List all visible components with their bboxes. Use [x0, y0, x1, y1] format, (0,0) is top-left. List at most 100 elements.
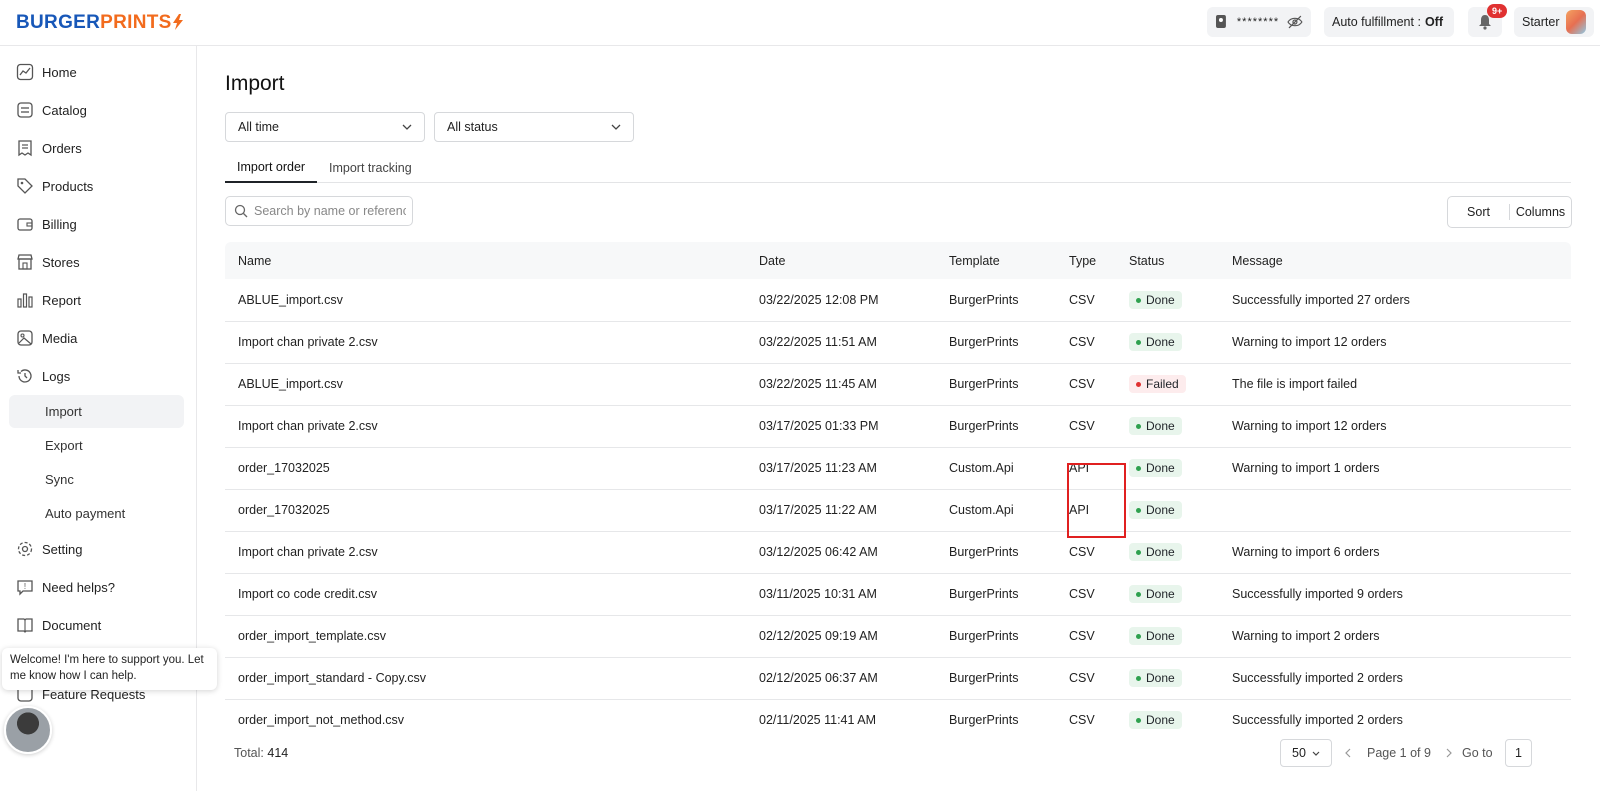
table-row[interactable]: Import chan private 2.csv 03/12/2025 06:4… [225, 531, 1571, 574]
api-key-pill[interactable]: ******** [1207, 7, 1311, 37]
chevron-down-icon [1312, 751, 1320, 756]
tabs: Import order Import tracking [225, 153, 1571, 183]
cell-name: ABLUE_import.csv [238, 377, 343, 391]
status-filter-select[interactable]: All status [434, 112, 634, 142]
sidebar-item-orders[interactable]: Orders [16, 135, 82, 161]
table-row[interactable]: ABLUE_import.csv 03/22/2025 12:08 PM Burge… [225, 279, 1571, 322]
cell-date: 03/11/2025 10:31 AM [759, 587, 877, 601]
status-badge: Done [1129, 459, 1182, 477]
status-text: Done [1146, 461, 1175, 475]
status-badge: Done [1129, 627, 1182, 645]
time-filter-select[interactable]: All time [225, 112, 425, 142]
cell-date: 03/17/2025 11:23 AM [759, 461, 877, 475]
auto-fulfillment-toggle[interactable]: Auto fulfillment : Off [1324, 7, 1454, 37]
sidebar-item-billing[interactable]: Billing [16, 211, 77, 237]
status-dot-icon [1136, 717, 1141, 723]
table-row[interactable]: Import chan private 2.csv 03/17/2025 01:3… [225, 405, 1571, 448]
table-row[interactable]: order_17032025 03/17/2025 11:22 AM Custom.… [225, 489, 1571, 532]
cell-date: 03/22/2025 11:51 AM [759, 335, 877, 349]
sidebar-subitem-import[interactable]: Import [9, 395, 184, 428]
brand-logo[interactable]: BURGERPRINTS [16, 12, 184, 34]
table-row[interactable]: Import chan private 2.csv 03/22/2025 11:5… [225, 321, 1571, 364]
status-text: Done [1146, 587, 1175, 601]
sidebar-item-setting[interactable]: Setting [16, 536, 82, 562]
status-badge: Done [1129, 501, 1182, 519]
goto-page-input[interactable]: 1 [1505, 739, 1532, 767]
cell-date: 02/12/2025 09:19 AM [759, 629, 878, 643]
account-menu[interactable]: Starter [1514, 7, 1594, 37]
cell-type: CSV [1069, 377, 1095, 391]
sidebar-item-products[interactable]: Products [16, 173, 93, 199]
sidebar-item-logs[interactable]: Logs [16, 363, 70, 389]
columns-button[interactable]: Columns [1510, 205, 1571, 219]
sidebar-item-document[interactable]: Document [16, 612, 101, 638]
cell-template: BurgerPrints [949, 419, 1019, 433]
cell-message: Successfully imported 2 orders [1232, 713, 1403, 727]
column-header-message[interactable]: Message [1232, 242, 1283, 279]
password-mask: ******** [1236, 16, 1280, 28]
store-icon [16, 253, 34, 271]
table-row[interactable]: order_17032025 03/17/2025 11:23 AM Custom.… [225, 447, 1571, 490]
cell-status: Done [1129, 531, 1182, 573]
status-text: Done [1146, 545, 1175, 559]
tab-import-order[interactable]: Import order [225, 153, 318, 183]
next-page-button[interactable] [1442, 739, 1456, 767]
sidebar-item-label: Home [42, 64, 77, 80]
sidebar-item-label: Catalog [42, 102, 87, 118]
sidebar-item-home[interactable]: Home [16, 59, 77, 85]
time-filter-value: All time [238, 120, 279, 134]
sidebar-item-need-helps[interactable]: ! Need helps? [16, 574, 115, 600]
status-badge: Done [1129, 585, 1182, 603]
cell-type: CSV [1069, 587, 1095, 601]
table-row[interactable]: Import co code credit.csv 03/11/2025 10:3… [225, 573, 1571, 616]
column-header-name[interactable]: Name [238, 242, 271, 279]
support-chat-avatar[interactable] [4, 706, 52, 754]
support-chat-bubble[interactable]: Welcome! I'm here to support you. Let me… [2, 648, 217, 690]
sort-button[interactable]: Sort [1448, 205, 1509, 219]
sidebar-item-catalog[interactable]: Catalog [16, 97, 87, 123]
sidebar-item-label: Need helps? [42, 579, 115, 595]
tab-import-tracking[interactable]: Import tracking [317, 153, 424, 183]
column-header-date[interactable]: Date [759, 242, 785, 279]
total-value: 414 [267, 746, 289, 760]
cell-date: 03/22/2025 12:08 PM [759, 293, 879, 307]
per-page-select[interactable]: 50 [1280, 739, 1332, 767]
history-icon [16, 367, 34, 385]
search-icon [234, 204, 248, 218]
table-row[interactable]: order_import_standard - Copy.csv 02/12/20… [225, 657, 1571, 700]
column-header-template[interactable]: Template [949, 242, 1000, 279]
cell-date: 03/17/2025 11:22 AM [759, 503, 877, 517]
sidebar-item-report[interactable]: Report [16, 287, 81, 313]
cell-date: 03/22/2025 11:45 AM [759, 377, 877, 391]
cell-type: CSV [1069, 419, 1095, 433]
sidebar-subitem-sync[interactable]: Sync [9, 463, 184, 496]
sidebar-item-label: Orders [42, 140, 82, 156]
table-row[interactable]: order_import_not_method.csv 02/11/2025 11… [225, 699, 1571, 730]
sidebar-item-media[interactable]: Media [16, 325, 77, 351]
column-header-type[interactable]: Type [1069, 242, 1096, 279]
status-dot-icon [1136, 591, 1141, 597]
cell-date: 03/17/2025 01:33 PM [759, 419, 879, 433]
prev-page-button[interactable] [1341, 739, 1355, 767]
cell-name: order_17032025 [238, 461, 330, 475]
status-dot-icon [1136, 507, 1141, 513]
cell-message: Successfully imported 2 orders [1232, 671, 1403, 685]
sidebar-item-stores[interactable]: Stores [16, 249, 80, 275]
cell-message: Warning to import 1 orders [1232, 461, 1380, 475]
sidebar-subitem-export[interactable]: Export [9, 429, 184, 462]
sidebar-subitem-auto-payment[interactable]: Auto payment [9, 497, 184, 530]
cell-name: Import chan private 2.csv [238, 419, 378, 433]
status-badge: Done [1129, 417, 1182, 435]
cell-message: The file is import failed [1232, 377, 1358, 391]
table-row[interactable]: ABLUE_import.csv 03/22/2025 11:45 AM Burge… [225, 363, 1571, 406]
status-dot-icon [1136, 381, 1141, 387]
table-row[interactable]: order_import_template.csv 02/12/2025 09:1… [225, 615, 1571, 658]
key-user-icon [1215, 15, 1226, 28]
eye-off-icon[interactable] [1287, 15, 1303, 29]
page-info: Page 1 of 9 [1367, 746, 1431, 760]
sidebar-item-label: Logs [42, 368, 71, 384]
column-header-status[interactable]: Status [1129, 242, 1164, 279]
status-text: Done [1146, 671, 1175, 685]
search-input[interactable] [254, 204, 406, 218]
chevron-left-icon [1345, 748, 1351, 758]
